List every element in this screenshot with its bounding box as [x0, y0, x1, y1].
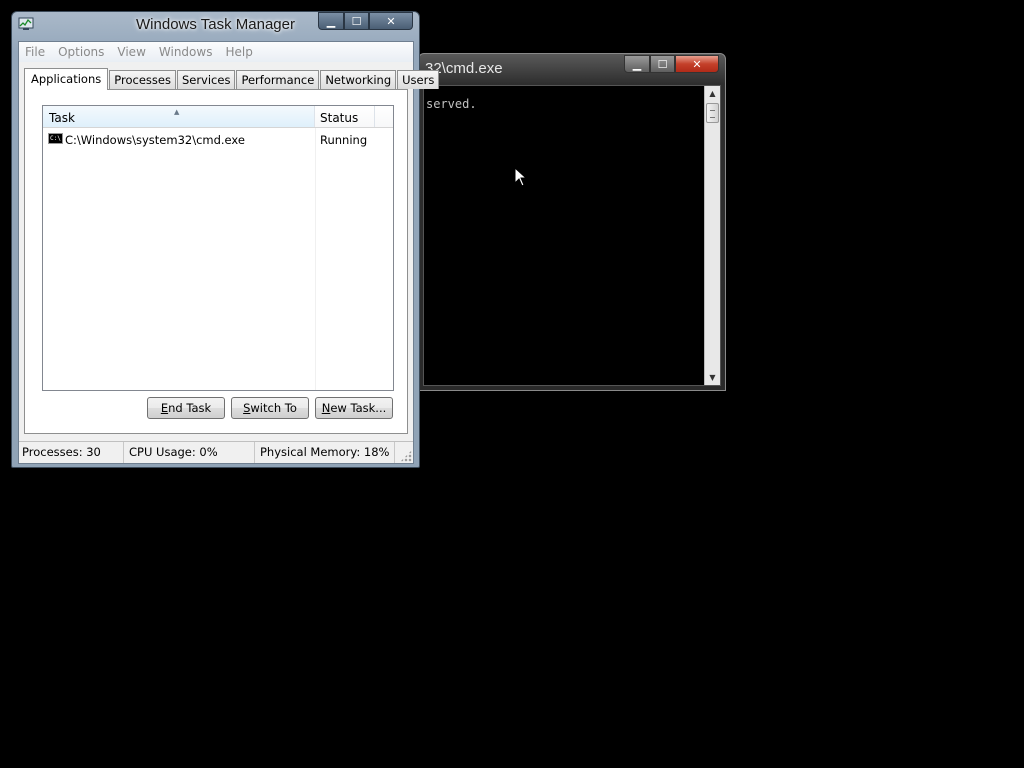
task-manager-window-controls: ▁ ☐ ✕ — [318, 12, 413, 30]
cmd-vertical-scrollbar[interactable]: ▲ ▼ — [704, 86, 720, 385]
switch-to-label: witch To — [250, 401, 297, 415]
cmd-minimize-button[interactable]: ▁ — [624, 55, 650, 73]
maximize-icon: ☐ — [657, 57, 668, 71]
switch-to-button[interactable]: Switch To — [231, 397, 309, 419]
column-header-status[interactable]: Status — [315, 106, 375, 127]
status-bar: Processes: 30 CPU Usage: 0% Physical Mem… — [19, 441, 413, 463]
tab-users[interactable]: Users — [397, 70, 440, 89]
cmd-maximize-button[interactable]: ☐ — [650, 55, 675, 73]
cmd-close-button[interactable]: ✕ — [675, 55, 719, 73]
tab-applications[interactable]: Applications — [24, 68, 109, 90]
tm-close-button[interactable]: ✕ — [369, 12, 413, 30]
scroll-up-icon[interactable]: ▲ — [705, 86, 720, 101]
tab-performance[interactable]: Performance — [236, 70, 320, 89]
status-cpu-usage: CPU Usage: 0% — [124, 442, 255, 463]
task-manager-client: File Options View Windows Help Applicati… — [18, 41, 440, 464]
minimize-icon: ▁ — [632, 57, 642, 71]
close-icon: ✕ — [692, 57, 702, 71]
menu-view[interactable]: View — [117, 45, 145, 59]
list-header: ▲ Task Status — [43, 106, 393, 128]
end-task-accelerator: E — [160, 401, 169, 415]
cmd-console-area[interactable]: served. ▲ ▼ — [423, 85, 721, 386]
minimize-icon: ▁ — [326, 14, 336, 28]
maximize-icon: ☐ — [351, 14, 362, 28]
menu-help[interactable]: Help — [225, 45, 252, 59]
column-header-task[interactable]: ▲ Task — [43, 106, 315, 127]
cmd-window-controls: ▁ ☐ ✕ — [624, 55, 719, 73]
applications-list[interactable]: ▲ Task Status C:\ C:\Windows\system32\cm… — [42, 105, 394, 391]
task-name: C:\Windows\system32\cmd.exe — [65, 133, 245, 147]
cmd-app-icon: C:\ — [48, 133, 63, 144]
tab-services[interactable]: Services — [176, 70, 236, 89]
applications-panel: ▲ Task Status C:\ C:\Windows\system32\cm… — [24, 89, 408, 434]
tm-minimize-button[interactable]: ▁ — [318, 12, 344, 30]
task-status: Running — [320, 133, 368, 147]
task-manager-window[interactable]: Windows Task Manager ▁ ☐ ✕ File Options … — [11, 11, 440, 468]
mouse-cursor-icon — [514, 167, 528, 187]
resize-grip-icon[interactable] — [400, 450, 412, 462]
cmd-window[interactable]: 32\cmd.exe ▁ ☐ ✕ served. ▲ ▼ — [418, 53, 726, 391]
status-physical-memory: Physical Memory: 18% — [255, 442, 395, 463]
column-header-status-label: Status — [320, 111, 359, 125]
list-item[interactable]: C:\ C:\Windows\system32\cmd.exe Running — [43, 131, 393, 149]
scroll-down-icon[interactable]: ▼ — [705, 370, 720, 385]
menu-bar: File Options View Windows Help — [19, 42, 413, 62]
menu-file[interactable]: File — [25, 45, 45, 59]
tm-maximize-button[interactable]: ☐ — [344, 12, 369, 30]
column-divider — [315, 128, 316, 390]
status-processes: Processes: 30 — [19, 442, 124, 463]
tab-networking[interactable]: Networking — [320, 70, 397, 89]
end-task-button[interactable]: End Task — [147, 397, 225, 419]
column-header-task-label: Task — [49, 111, 75, 125]
scroll-thumb[interactable] — [706, 103, 719, 123]
menu-windows[interactable]: Windows — [159, 45, 213, 59]
tab-processes[interactable]: Processes — [109, 70, 176, 89]
menu-options[interactable]: Options — [58, 45, 104, 59]
close-icon: ✕ — [386, 14, 396, 28]
new-task-label: ew Task... — [330, 401, 387, 415]
sort-ascending-icon: ▲ — [174, 108, 180, 116]
end-task-label: nd Task — [168, 401, 212, 415]
new-task-button[interactable]: New Task... — [315, 397, 393, 419]
tab-strip: Applications Processes Services Performa… — [24, 68, 440, 90]
cmd-output-text: served. — [426, 97, 477, 111]
